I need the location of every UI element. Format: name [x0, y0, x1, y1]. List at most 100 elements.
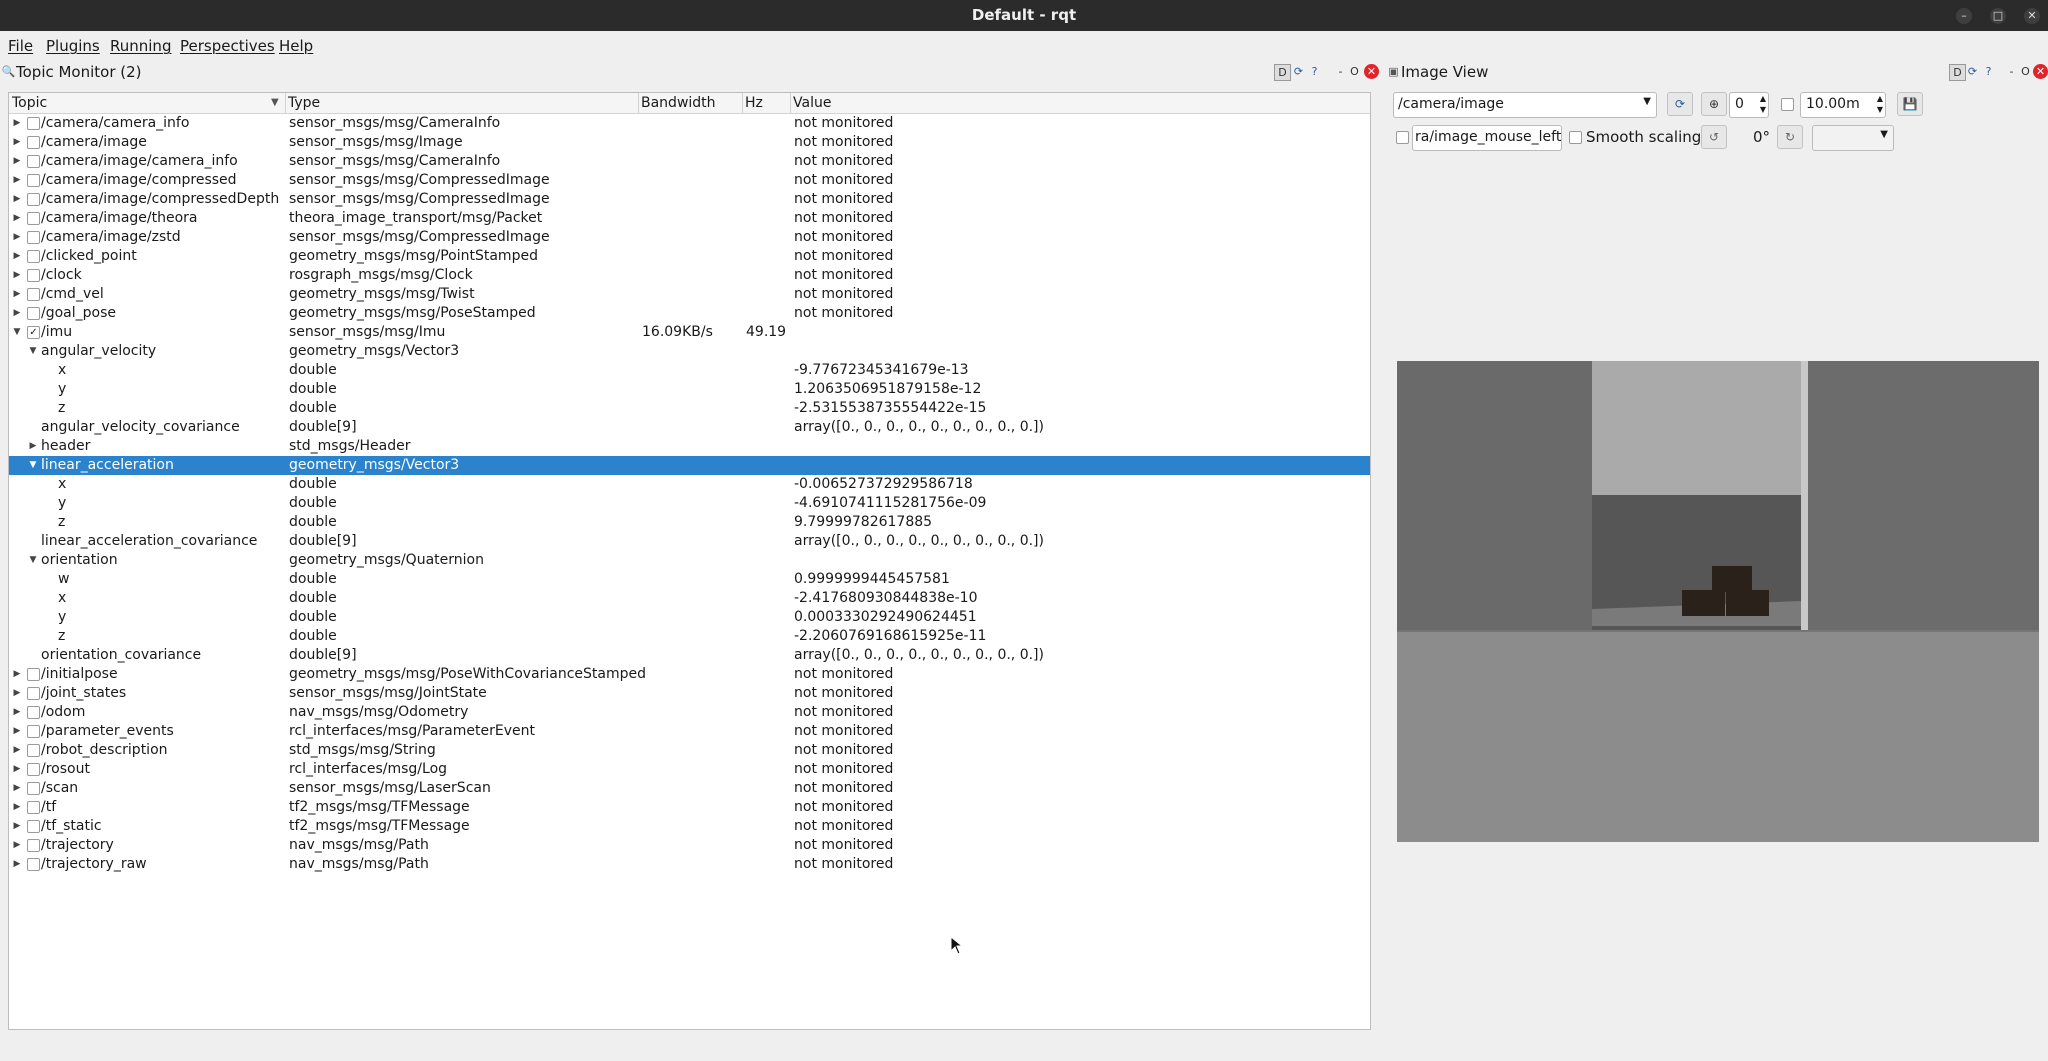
column-bandwidth[interactable]: Bandwidth [641, 95, 716, 111]
monitor-checkbox[interactable] [27, 155, 40, 168]
table-row[interactable]: y double 0.0003330292490624451 [9, 608, 1370, 627]
collapse-arrow-icon[interactable]: ▶ [11, 285, 23, 304]
expand-arrow-icon[interactable]: ▼ [27, 456, 39, 475]
table-row[interactable]: orientation_covariance double[9] array([0.… [9, 646, 1370, 665]
table-row[interactable]: ▶ /cmd_vel geometry_msgs/msg/Twist not moni… [9, 285, 1370, 304]
column-type[interactable]: Type [288, 95, 320, 111]
collapse-arrow-icon[interactable]: ▶ [11, 779, 23, 798]
menu-plugins[interactable]: Plugins [46, 37, 100, 55]
reload-icon[interactable]: ⟳ [1291, 64, 1306, 79]
table-row[interactable]: ▶ /camera/image/zstd sensor_msgs/msg/Compr… [9, 228, 1370, 247]
zoom-fit-button[interactable]: ⊕ [1701, 92, 1727, 116]
collapse-arrow-icon[interactable]: ▶ [27, 437, 39, 456]
monitor-checkbox[interactable] [27, 136, 40, 149]
table-row[interactable]: ▶ /joint_states sensor_msgs/msg/JointState… [9, 684, 1370, 703]
monitor-checkbox[interactable] [27, 117, 40, 130]
monitor-checkbox[interactable] [27, 288, 40, 301]
minimize-dock-icon-2[interactable]: - [2004, 64, 2019, 79]
table-row[interactable]: ▼ angular_velocity geometry_msgs/Vector3 [9, 342, 1370, 361]
table-row[interactable]: x double -9.77672345341679e-13 [9, 361, 1370, 380]
topic-tree[interactable]: Topic ▼ Type Bandwidth Hz Value ▶ /camera… [8, 92, 1371, 1030]
table-row[interactable]: y double -4.6910741115281756e-09 [9, 494, 1370, 513]
table-row[interactable]: ▶ /tf_static tf2_msgs/msg/TFMessage not mon… [9, 817, 1370, 836]
collapse-arrow-icon[interactable]: ▶ [11, 703, 23, 722]
camera-image[interactable] [1397, 361, 2039, 842]
table-row[interactable]: z double -2.5315538735554422e-15 [9, 399, 1370, 418]
menu-perspectives[interactable]: Perspectives [180, 37, 275, 55]
collapse-arrow-icon[interactable]: ▶ [11, 247, 23, 266]
table-row[interactable]: ▶ /camera/image/compressedDepth sensor_msg… [9, 190, 1370, 209]
reload-icon-2[interactable]: ⟳ [1965, 64, 1980, 79]
collapse-arrow-icon[interactable]: ▶ [11, 760, 23, 779]
close-dock-icon[interactable]: ✕ [1364, 64, 1379, 79]
collapse-arrow-icon[interactable]: ▶ [11, 798, 23, 817]
collapse-arrow-icon[interactable]: ▶ [11, 228, 23, 247]
menu-running[interactable]: Running [110, 37, 171, 55]
column-hz[interactable]: Hz [745, 95, 763, 111]
table-row[interactable]: ▶ /camera/image sensor_msgs/msg/Image not m… [9, 133, 1370, 152]
minimize-icon[interactable]: – [1956, 8, 1972, 24]
collapse-arrow-icon[interactable]: ▶ [11, 855, 23, 874]
monitor-checkbox[interactable] [27, 820, 40, 833]
table-row[interactable]: angular_velocity_covariance double[9] arra… [9, 418, 1370, 437]
table-row[interactable]: ▶ /camera/image/theora theora_image_transp… [9, 209, 1370, 228]
collapse-arrow-icon[interactable]: ▶ [11, 817, 23, 836]
table-row[interactable]: ▶ /initialpose geometry_msgs/msg/PoseWithC… [9, 665, 1370, 684]
expand-arrow-icon[interactable]: ▼ [27, 342, 39, 361]
table-row[interactable]: ▶ /parameter_events rcl_interfaces/msg/Par… [9, 722, 1370, 741]
table-row[interactable]: ▶ /trajectory nav_msgs/msg/Path not monitor… [9, 836, 1370, 855]
collapse-arrow-icon[interactable]: ▶ [11, 190, 23, 209]
dock-help-icon-2[interactable]: D [1949, 64, 1966, 81]
max-range-input[interactable]: 10.00m ▲ ▼ [1800, 92, 1886, 118]
monitor-checkbox[interactable] [27, 174, 40, 187]
collapse-arrow-icon[interactable]: ▶ [11, 836, 23, 855]
dock-help-icon[interactable]: D [1274, 64, 1291, 81]
table-row[interactable]: ▶ /rosout rcl_interfaces/msg/Log not monito… [9, 760, 1370, 779]
smooth-scaling-checkbox[interactable] [1569, 131, 1582, 144]
rotate-left-button[interactable]: ↺ [1701, 125, 1727, 149]
table-row[interactable]: ▶ /camera/image/camera_info sensor_msgs/ms… [9, 152, 1370, 171]
column-topic[interactable]: Topic [12, 95, 47, 111]
close-dock-icon-2[interactable]: ✕ [2033, 64, 2048, 79]
table-row[interactable]: ▶ header std_msgs/Header [9, 437, 1370, 456]
collapse-arrow-icon[interactable]: ▶ [11, 209, 23, 228]
monitor-checkbox[interactable] [27, 782, 40, 795]
monitor-checkbox[interactable] [27, 231, 40, 244]
table-row[interactable]: ▶ /clicked_point geometry_msgs/msg/PointSt… [9, 247, 1370, 266]
spin-arrows-icon[interactable]: ▲ ▼ [1760, 93, 1766, 115]
maximize-icon[interactable]: □ [1990, 8, 2006, 24]
table-row[interactable]: w double 0.9999999445457581 [9, 570, 1370, 589]
expand-arrow-icon[interactable]: ▼ [27, 551, 39, 570]
table-row[interactable]: ▶ /tf tf2_msgs/msg/TFMessage not monitored [9, 798, 1370, 817]
table-row[interactable]: ▼ ✓/imu sensor_msgs/msg/Imu 16.09KB/s 49.19 [9, 323, 1370, 342]
help-icon[interactable]: ? [1307, 64, 1322, 79]
menu-help[interactable]: Help [279, 37, 313, 55]
table-row[interactable]: x double -0.006527372929586718 [9, 475, 1370, 494]
table-row[interactable]: ▶ /camera/image/compressed sensor_msgs/msg… [9, 171, 1370, 190]
monitor-checkbox[interactable] [27, 744, 40, 757]
collapse-arrow-icon[interactable]: ▶ [11, 665, 23, 684]
collapse-arrow-icon[interactable]: ▶ [11, 684, 23, 703]
topic-select[interactable]: /camera/image ▼ [1393, 92, 1657, 118]
minimize-dock-icon[interactable]: - [1333, 64, 1348, 79]
table-row[interactable]: y double 1.2063506951879158e-12 [9, 380, 1370, 399]
column-value[interactable]: Value [793, 95, 831, 111]
table-row[interactable]: x double -2.417680930844838e-10 [9, 589, 1370, 608]
collapse-arrow-icon[interactable]: ▶ [11, 304, 23, 323]
table-row[interactable]: ▼ linear_acceleration geometry_msgs/Vector… [9, 456, 1370, 475]
monitor-checkbox[interactable] [27, 706, 40, 719]
collapse-arrow-icon[interactable]: ▶ [11, 114, 23, 133]
collapse-arrow-icon[interactable]: ▶ [11, 741, 23, 760]
close-icon[interactable]: ✕ [2024, 8, 2040, 24]
monitor-checkbox[interactable] [27, 668, 40, 681]
options-icon[interactable]: O [1347, 64, 1362, 79]
options-icon-2[interactable]: O [2018, 64, 2033, 79]
monitor-checkbox[interactable] [27, 307, 40, 320]
table-row[interactable]: ▶ /camera/camera_info sensor_msgs/msg/Came… [9, 114, 1370, 133]
table-row[interactable]: ▶ /odom nav_msgs/msg/Odometry not monitored [9, 703, 1370, 722]
table-row[interactable]: ▶ /robot_description std_msgs/msg/String no… [9, 741, 1370, 760]
monitor-checkbox[interactable] [27, 725, 40, 738]
table-row[interactable]: ▶ /trajectory_raw nav_msgs/msg/Path not mon… [9, 855, 1370, 874]
menu-file[interactable]: File [8, 37, 33, 55]
monitor-checkbox[interactable] [27, 212, 40, 225]
